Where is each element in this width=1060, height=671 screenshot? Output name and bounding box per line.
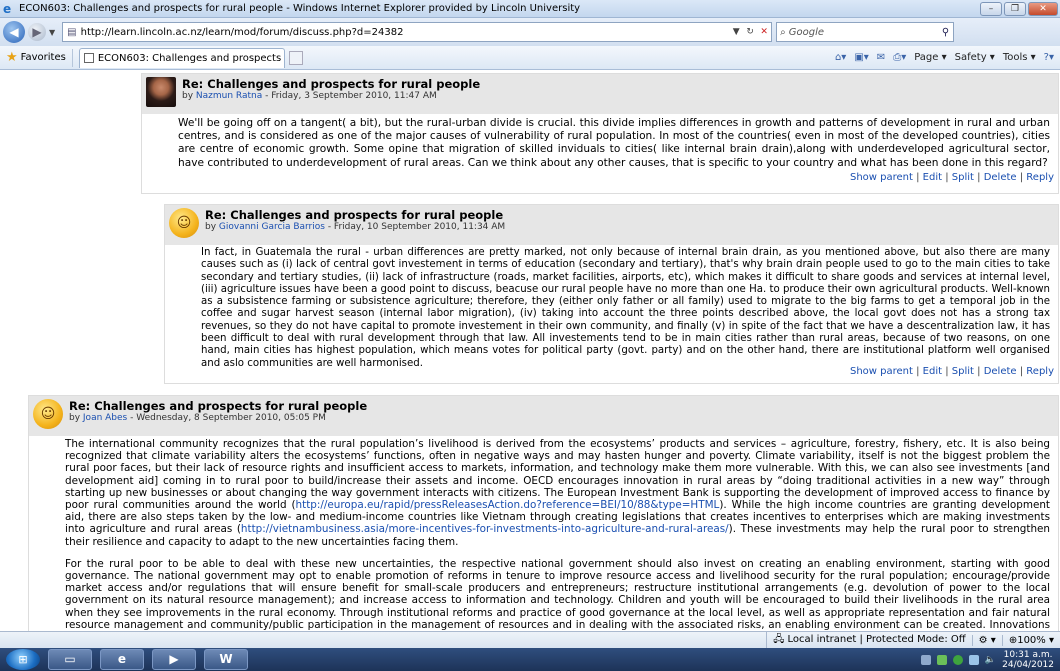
new-tab-button[interactable] — [288, 50, 303, 65]
forum-post: ☺ Re: Challenges and prospects for rural… — [164, 204, 1059, 384]
reply-link[interactable]: Reply — [1026, 366, 1054, 377]
post-date: - Wednesday, 8 September 2010, 05:05 PM — [127, 413, 326, 423]
zoom-level[interactable]: ⊕100% ▾ — [1001, 634, 1060, 646]
post-paragraph: In fact, in Guatemala the rural - urban … — [201, 247, 1050, 369]
refresh-icon[interactable]: ↻ — [743, 27, 757, 37]
avatar[interactable] — [146, 77, 176, 107]
security-tray-icon[interactable] — [936, 654, 947, 665]
post-date: - Friday, 3 September 2010, 11:47 AM — [262, 91, 437, 101]
explorer-taskbar-icon[interactable]: ▭ — [48, 649, 92, 670]
post-byline: by Joan Abes - Wednesday, 8 September 20… — [69, 413, 326, 423]
volume-icon[interactable]: 🔈 — [985, 655, 996, 665]
post-byline: by Giovanni Garcia Barrios - Friday, 10 … — [205, 222, 506, 232]
europa-link[interactable]: http://europa.eu/rapid/pressReleasesActi… — [296, 499, 720, 511]
post-header: Re: Challenges and prospects for rural p… — [142, 74, 1058, 114]
safety-menu[interactable]: Safety ▾ — [955, 52, 995, 63]
split-link[interactable]: Split — [952, 172, 974, 183]
forward-button[interactable]: ▶ — [28, 23, 46, 41]
post-body: We'll be going off on a tangent( a bit),… — [142, 114, 1058, 172]
avatar[interactable]: ☺ — [169, 208, 199, 238]
address-url[interactable]: http://learn.lincoln.ac.nz/learn/mod/for… — [81, 27, 730, 38]
security-zone[interactable]: 🖧 Local intranet | Protected Mode: Off — [766, 631, 971, 649]
stop-icon[interactable]: ✕ — [757, 27, 771, 37]
post-body: The international community recognizes t… — [29, 436, 1058, 631]
forum-post: Re: Challenges and prospects for rural p… — [141, 73, 1059, 194]
recent-pages-dropdown-icon[interactable]: ▼ — [49, 28, 55, 37]
word-taskbar-icon[interactable]: W — [204, 649, 248, 670]
author-link[interactable]: Giovanni Garcia Barrios — [219, 222, 325, 232]
ie-logo-icon: e — [3, 1, 12, 16]
tools-menu[interactable]: Tools ▾ — [1003, 52, 1036, 63]
post-paragraph: We'll be going off on a tangent( a bit),… — [178, 117, 1050, 169]
navigation-bar: ◀ ▶ ▼ ▤ http://learn.lincoln.ac.nz/learn… — [0, 18, 1060, 46]
windows-taskbar: ⊞ ▭ e ▶ W 🔈 10:31 a.m. 24/04/2012 — [0, 648, 1060, 671]
forum-post: ☺ Re: Challenges and prospects for rural… — [28, 395, 1059, 631]
post-commands: Show parent | Edit | Split | Delete | Re… — [849, 172, 1054, 183]
browser-tab[interactable]: ECON603: Challenges and prospects for ru… — [78, 47, 285, 68]
post-paragraph: The international community recognizes t… — [65, 438, 1051, 548]
print-icon[interactable]: ⎙▾ — [893, 52, 906, 63]
feeds-icon[interactable]: ▣▾ — [854, 52, 868, 63]
help-icon[interactable]: ?▾ — [1044, 52, 1054, 63]
search-placeholder[interactable]: Google — [789, 27, 824, 38]
tab-title: ECON603: Challenges and prospects for ru… — [97, 52, 284, 64]
delete-link[interactable]: Delete — [984, 172, 1017, 183]
ie-taskbar-icon[interactable]: e — [100, 649, 144, 670]
minimize-button[interactable]: – — [980, 1, 1002, 16]
post-byline: by Nazmun Ratna - Friday, 3 September 20… — [182, 91, 437, 101]
edit-link[interactable]: Edit — [923, 172, 942, 183]
close-window-button[interactable]: ✕ — [1028, 1, 1058, 16]
show-parent-link[interactable]: Show parent — [850, 172, 913, 183]
post-subject: Re: Challenges and prospects for rural p… — [69, 399, 368, 413]
window-title: ECON603: Challenges and prospects for ru… — [19, 3, 581, 14]
author-link[interactable]: Joan Abes — [83, 413, 127, 423]
address-dropdown-icon[interactable]: ▼ — [729, 27, 743, 37]
post-body: In fact, in Guatemala the rural - urban … — [165, 245, 1058, 369]
post-header: ☺ Re: Challenges and prospects for rural… — [165, 205, 1058, 245]
system-tray: 🔈 10:31 a.m. 24/04/2012 — [920, 650, 1060, 670]
favorites-button[interactable]: Favorites — [21, 52, 66, 63]
vietnambusiness-link[interactable]: http://vietnambusiness.asia/more-incenti… — [241, 523, 729, 535]
post-subject: Re: Challenges and prospects for rural p… — [182, 77, 481, 91]
intranet-icon: 🖧 — [773, 633, 788, 645]
page-icon: ▤ — [67, 26, 77, 38]
maximize-button[interactable]: ❐ — [1004, 1, 1026, 16]
address-bar[interactable]: ▤ http://learn.lincoln.ac.nz/learn/mod/f… — [62, 22, 773, 42]
author-link[interactable]: Nazmun Ratna — [196, 91, 262, 101]
tab-page-icon — [83, 53, 94, 63]
start-button[interactable]: ⊞ — [6, 649, 40, 670]
update-tray-icon[interactable] — [952, 654, 963, 665]
mail-icon[interactable]: ✉ — [877, 52, 885, 63]
search-icon[interactable]: ⚲ — [942, 27, 949, 38]
post-subject: Re: Challenges and prospects for rural p… — [205, 208, 504, 222]
media-player-taskbar-icon[interactable]: ▶ — [152, 649, 196, 670]
home-icon[interactable]: ⌂▾ — [835, 52, 846, 63]
delete-link[interactable]: Delete — [984, 366, 1017, 377]
post-paragraph: For the rural poor to be able to deal wi… — [65, 557, 1050, 631]
reply-link[interactable]: Reply — [1026, 172, 1054, 183]
protected-mode-icon[interactable]: ⚙ ▾ — [971, 634, 1002, 646]
window-titlebar: e ECON603: Challenges and prospects for … — [0, 0, 1060, 18]
search-provider-icon: ⌕ — [780, 26, 786, 38]
page-menu[interactable]: Page ▾ — [914, 52, 946, 63]
status-bar: 🖧 Local intranet | Protected Mode: Off ⚙… — [0, 631, 1060, 649]
post-date: - Friday, 10 September 2010, 11:34 AM — [324, 222, 506, 232]
post-header: ☺ Re: Challenges and prospects for rural… — [29, 396, 1058, 436]
forum-content: Re: Challenges and prospects for rural p… — [0, 71, 1060, 631]
clock[interactable]: 10:31 a.m. 24/04/2012 — [1002, 650, 1054, 670]
favorites-star-icon[interactable]: ★ — [6, 50, 18, 65]
zoom-icon: ⊕ — [1008, 634, 1018, 646]
edit-link[interactable]: Edit — [923, 366, 942, 377]
divider — [71, 48, 73, 67]
printer-tray-icon[interactable] — [920, 654, 931, 665]
split-link[interactable]: Split — [952, 366, 974, 377]
show-parent-link[interactable]: Show parent — [850, 366, 913, 377]
network-tray-icon[interactable] — [968, 654, 979, 665]
favorites-bar: ★ Favorites ECON603: Challenges and pros… — [0, 46, 1060, 70]
back-button[interactable]: ◀ — [3, 21, 25, 43]
search-box[interactable]: ⌕ Google ⚲ — [776, 22, 955, 42]
avatar[interactable]: ☺ — [33, 399, 63, 429]
